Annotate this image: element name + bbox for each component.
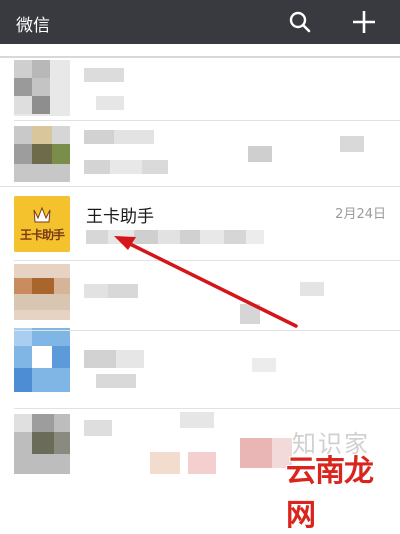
app-title: 微信 [16, 16, 50, 36]
chat-item-blurred[interactable] [0, 58, 400, 120]
chat-preview-blurred [86, 230, 264, 244]
list-divider [14, 120, 400, 121]
avatar-label: 王卡助手 [19, 228, 65, 242]
plus-icon[interactable] [350, 8, 378, 36]
top-bar: 微信 [0, 0, 400, 44]
list-divider [14, 260, 400, 261]
search-icon[interactable] [286, 8, 314, 36]
chat-item-blurred[interactable] [0, 122, 400, 186]
list-divider [0, 186, 400, 187]
list-divider [14, 330, 400, 331]
chat-name: 王卡助手 [86, 207, 154, 227]
crown-icon [14, 196, 70, 252]
chat-item-wangka[interactable]: 王卡助手 王卡助手 2月24日 [0, 188, 400, 260]
list-divider [14, 408, 400, 409]
wangka-avatar: 王卡助手 [14, 196, 70, 252]
watermark-large: 云南龙网 [286, 454, 374, 533]
chat-time: 2月24日 [335, 207, 386, 222]
